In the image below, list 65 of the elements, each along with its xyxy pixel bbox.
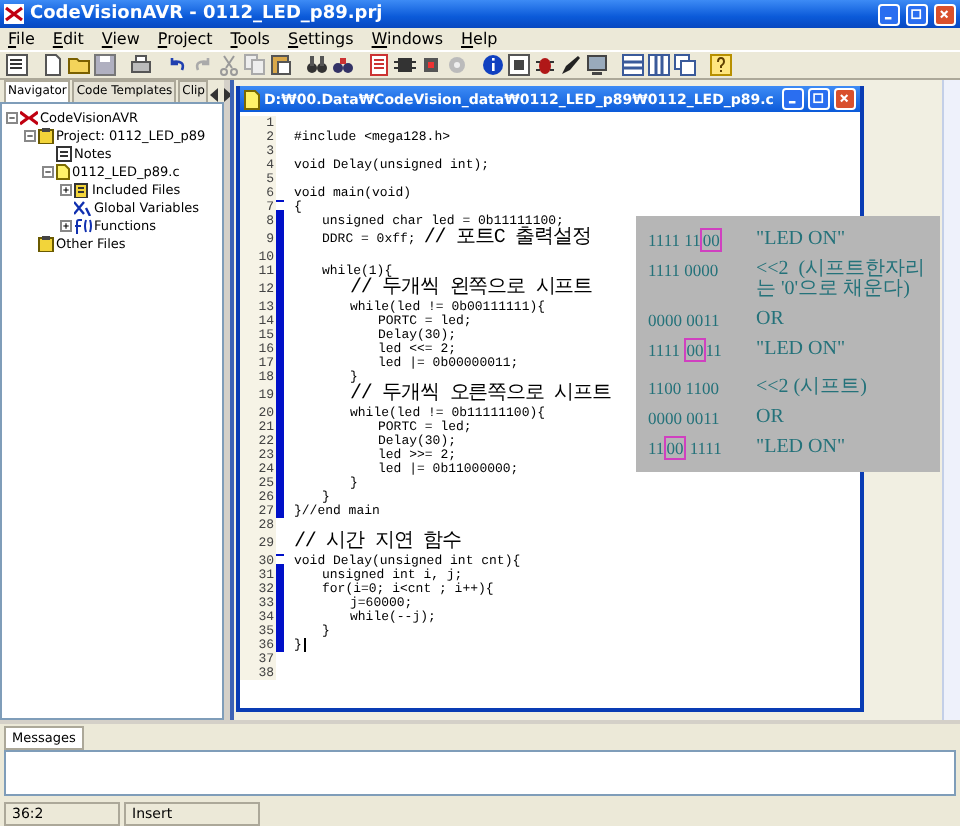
code-comment: // 두개씩 왼쪽으로 시프트 bbox=[348, 278, 593, 300]
menu-item[interactable]: File bbox=[8, 30, 35, 48]
annotation-note: <<2 (시프트한자리는 '0'으로 채운다) bbox=[756, 260, 928, 300]
menu-item[interactable]: Edit bbox=[52, 30, 84, 48]
files-icon bbox=[74, 181, 90, 197]
code-comment: // 포트C 출력설정 bbox=[423, 228, 591, 250]
binary-value: 1100 1100 bbox=[648, 378, 721, 398]
file-icon bbox=[56, 163, 70, 179]
expand-icon[interactable] bbox=[60, 219, 72, 231]
binary-value: 0000 0011 bbox=[648, 310, 722, 330]
save-icon[interactable] bbox=[94, 54, 116, 76]
menu-item[interactable]: Settings bbox=[287, 30, 354, 48]
annotation-note: "LED ON" bbox=[756, 438, 846, 458]
open-folder-icon[interactable] bbox=[68, 54, 90, 76]
list-icon[interactable] bbox=[6, 54, 28, 76]
binary-value: 1111 00 11 bbox=[648, 340, 724, 360]
notes-icon bbox=[56, 145, 72, 161]
code-comment: // 두개씩 오른쪽으로 시프트 bbox=[348, 384, 611, 406]
document-icon[interactable] bbox=[368, 54, 390, 76]
collapse-icon[interactable] bbox=[6, 111, 18, 123]
menu-item[interactable]: Tools bbox=[230, 30, 270, 48]
collapse-icon[interactable] bbox=[42, 165, 54, 177]
menu-item[interactable]: Project bbox=[157, 30, 213, 48]
annotation-note: OR bbox=[756, 310, 784, 330]
minimize-button[interactable] bbox=[878, 3, 900, 25]
maximize-button[interactable] bbox=[808, 88, 830, 110]
code-comment: // 시간 지연 함수 bbox=[294, 532, 461, 554]
print-icon[interactable] bbox=[130, 54, 152, 76]
tile-horizontal-icon[interactable] bbox=[622, 54, 644, 76]
paste-icon[interactable] bbox=[270, 54, 292, 76]
info-icon[interactable] bbox=[482, 54, 504, 76]
clipboard-icon bbox=[38, 127, 54, 143]
binary-value: 11 00 1111 bbox=[648, 438, 724, 458]
binary-value: 1111 0000 bbox=[648, 260, 721, 280]
binary-value: 0000 0011 bbox=[648, 408, 722, 428]
variable-icon bbox=[74, 199, 92, 215]
expand-icon[interactable] bbox=[60, 183, 72, 195]
close-button[interactable] bbox=[834, 88, 856, 110]
menu-item[interactable]: View bbox=[101, 30, 140, 48]
pen-icon[interactable] bbox=[560, 54, 582, 76]
clipboard-icon bbox=[38, 235, 54, 251]
binary-value: 1111 1100 bbox=[648, 230, 724, 250]
function-icon bbox=[74, 217, 92, 233]
app-logo-icon bbox=[20, 109, 38, 125]
undo-icon[interactable] bbox=[166, 54, 188, 76]
annotation-note: <<2 (시프트) bbox=[756, 378, 867, 398]
cascade-icon[interactable] bbox=[674, 54, 696, 76]
help-icon[interactable] bbox=[710, 54, 732, 76]
tile-vertical-icon[interactable] bbox=[648, 54, 670, 76]
minimize-button[interactable] bbox=[782, 88, 804, 110]
app-logo-icon bbox=[4, 4, 24, 24]
close-button[interactable] bbox=[934, 3, 956, 25]
maximize-button[interactable] bbox=[906, 3, 928, 25]
new-file-icon[interactable] bbox=[42, 54, 64, 76]
annotation-note: OR bbox=[756, 408, 784, 428]
monitor-icon[interactable] bbox=[586, 54, 608, 76]
file-icon bbox=[244, 89, 260, 109]
bug-icon[interactable] bbox=[534, 54, 556, 76]
menu-item[interactable]: Windows bbox=[371, 30, 444, 48]
annotation-note: "LED ON" bbox=[756, 230, 846, 250]
window-title: CodeVisionAVR - 0112_LED_p89.prj bbox=[30, 4, 385, 24]
collapse-icon[interactable] bbox=[24, 129, 36, 141]
menu-item[interactable]: Help bbox=[461, 30, 498, 48]
scrollbar[interactable] bbox=[942, 80, 960, 720]
annotation-note: "LED ON" bbox=[756, 340, 846, 360]
